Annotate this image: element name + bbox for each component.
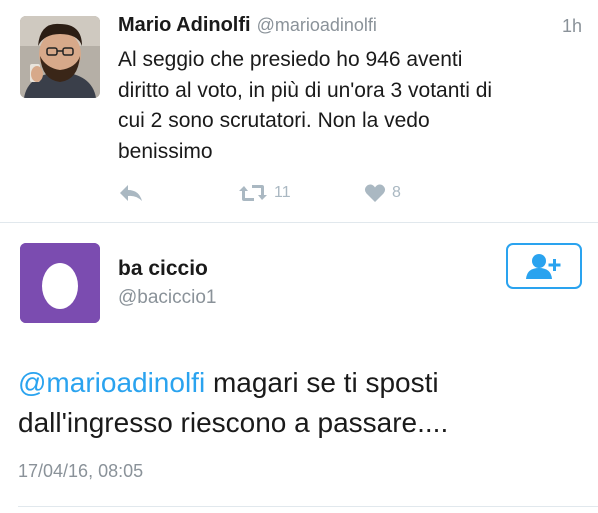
tweet-text-line: cui 2 sono scrutatori. Non la vedo [118, 109, 430, 132]
author-handle[interactable]: @baciccio1 [118, 287, 217, 309]
tweet-text: @marioadinolfi magari se ti sposti dall'… [18, 363, 588, 443]
tweet-text: Al seggio che presiedo ho 946 aventi dir… [118, 45, 586, 167]
profile-photo-icon [20, 16, 100, 98]
heart-icon [364, 184, 386, 202]
tweet-text-line: benissimo [118, 139, 213, 163]
author-name[interactable]: ba ciccio [118, 257, 208, 281]
author-name[interactable]: Mario Adinolfi [118, 14, 251, 36]
follow-user-icon [526, 254, 561, 279]
retweet-button[interactable]: 11 [238, 178, 291, 208]
avatar-ba-ciccio[interactable] [20, 243, 100, 323]
like-button[interactable]: 8 [364, 178, 401, 208]
avatar-mario-adinolfi[interactable] [20, 16, 100, 98]
mention-link[interactable]: @marioadinolfi [18, 367, 205, 398]
tweet-text-line: Al seggio che presiedo ho 946 aventi [118, 48, 463, 71]
tweet-original[interactable]: Mario Adinolfi @marioadinolfi 1h Al seggi… [0, 0, 598, 222]
tweet-date: 17/04/16, 08:05 [18, 461, 144, 481]
tweet-actions: 11 8 [118, 178, 578, 208]
author-handle[interactable]: @marioadinolfi [257, 15, 377, 35]
reply-icon [120, 185, 142, 201]
tweet-header: Mario Adinolfi @marioadinolfi 1h [118, 14, 582, 44]
follow-button[interactable] [506, 243, 582, 289]
retweet-count: 11 [274, 184, 291, 201]
egg-avatar-icon [20, 243, 100, 323]
tweet-text-segment: magari se ti sposti [205, 367, 439, 398]
tweet-reply: ba ciccio @baciccio1 @marioadinolfi maga… [0, 223, 598, 513]
divider [18, 506, 598, 507]
retweet-icon [239, 185, 267, 201]
tweet-text-line: diritto al voto, in più di un'ora 3 vota… [118, 78, 493, 102]
tweet-timestamp[interactable]: 1h [562, 16, 582, 37]
tweet-text-line: dall'ingresso riescono a passare.... [18, 407, 449, 438]
tweet-text-line: @marioadinolfi magari se ti sposti [18, 363, 588, 403]
reply-button[interactable] [118, 178, 144, 208]
like-count: 8 [392, 184, 401, 201]
